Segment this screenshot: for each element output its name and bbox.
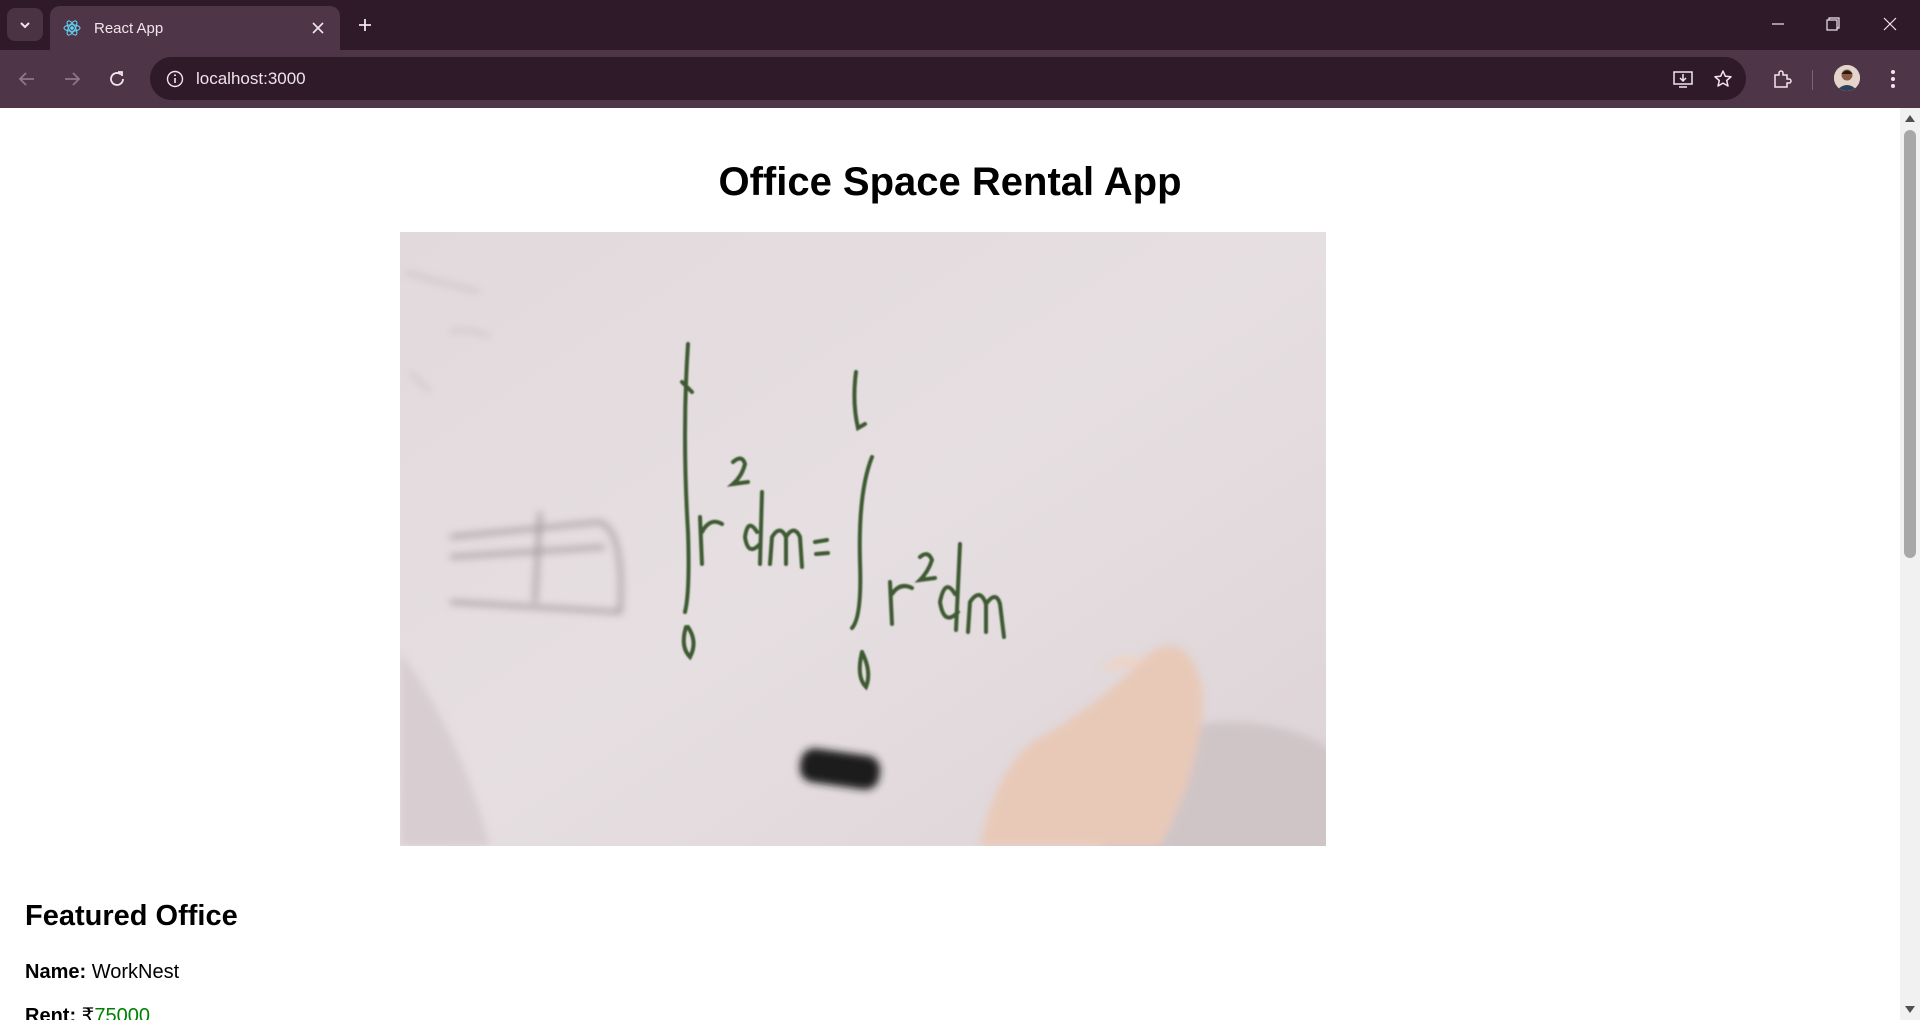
plus-icon[interactable] <box>352 12 378 38</box>
tab-strip: React App <box>0 0 1920 50</box>
back-icon[interactable] <box>10 62 44 96</box>
tab-title: React App <box>94 19 164 37</box>
extensions-icon[interactable] <box>1765 62 1799 96</box>
rent-value: 75000 <box>94 1005 151 1020</box>
close-icon[interactable] <box>308 18 328 38</box>
install-icon[interactable] <box>1666 62 1700 96</box>
react-logo-icon <box>62 18 82 38</box>
office-name-row: Name: WorkNest <box>25 961 179 984</box>
rent-currency: ₹ <box>81 1005 95 1020</box>
window-close-icon[interactable] <box>1870 8 1910 40</box>
star-icon[interactable] <box>1706 62 1740 96</box>
address-bar[interactable]: localhost:3000 <box>150 57 1746 100</box>
toolbar-divider <box>1812 70 1813 90</box>
minimize-icon[interactable] <box>1758 8 1798 40</box>
forward-icon[interactable] <box>55 62 89 96</box>
tab-search-button[interactable] <box>7 8 43 41</box>
scroll-up-icon[interactable] <box>1904 112 1916 124</box>
name-label: Name: <box>25 961 87 983</box>
restore-icon[interactable] <box>1813 8 1853 40</box>
more-icon[interactable] <box>1876 62 1910 96</box>
browser-tab[interactable]: React App <box>50 6 340 50</box>
scroll-down-icon[interactable] <box>1904 1004 1916 1016</box>
scrollbar-thumb[interactable] <box>1904 130 1916 558</box>
office-name-value: WorkNest <box>91 961 180 983</box>
chevron-down-icon <box>20 21 30 28</box>
browser-toolbar: localhost:3000 <box>0 50 1920 108</box>
hero-image <box>400 232 1326 846</box>
page-scrollbar[interactable] <box>1900 108 1920 1020</box>
avatar[interactable] <box>1834 65 1860 91</box>
page-viewport: Office Space Rental App Featured Office … <box>0 108 1920 1020</box>
office-rent-row: Rent: ₹75000 <box>25 1003 150 1020</box>
rent-label: Rent: <box>25 1005 77 1020</box>
featured-office-heading: Featured Office <box>25 900 238 932</box>
url-text[interactable]: localhost:3000 <box>196 69 1666 89</box>
page-title: Office Space Rental App <box>718 160 1182 204</box>
info-icon[interactable] <box>160 64 190 94</box>
reload-icon[interactable] <box>100 62 134 96</box>
